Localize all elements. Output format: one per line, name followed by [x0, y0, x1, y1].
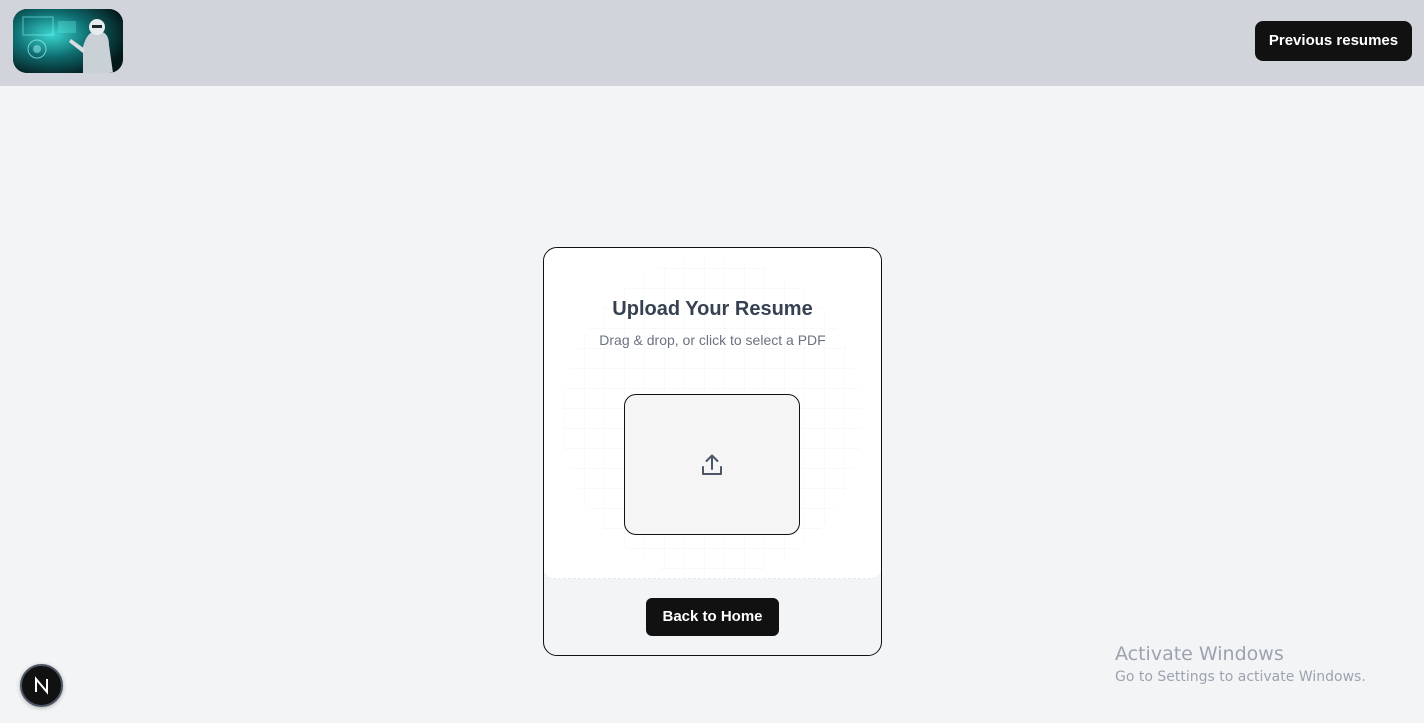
robot-logo-icon[interactable]: [13, 9, 123, 73]
activate-windows-subtitle: Go to Settings to activate Windows.: [1115, 669, 1366, 685]
upload-subtitle: Drag & drop, or click to select a PDF: [599, 332, 826, 348]
resume-dropzone[interactable]: Upload Your Resume Drag & drop, or click…: [544, 248, 881, 579]
upload-card: Upload Your Resume Drag & drop, or click…: [543, 247, 882, 656]
top-bar: Previous resumes: [0, 0, 1424, 86]
upload-title: Upload Your Resume: [612, 298, 813, 320]
upload-icon: [702, 454, 722, 475]
nextjs-icon[interactable]: [20, 664, 63, 707]
back-to-home-button[interactable]: Back to Home: [646, 598, 779, 636]
file-select-box[interactable]: [624, 394, 800, 535]
activate-windows-title: Activate Windows: [1115, 643, 1284, 665]
previous-resumes-button[interactable]: Previous resumes: [1255, 21, 1412, 61]
activate-windows-watermark: Activate Windows Go to Settings to activ…: [1115, 643, 1366, 685]
nextjs-logo-icon: [35, 676, 48, 695]
